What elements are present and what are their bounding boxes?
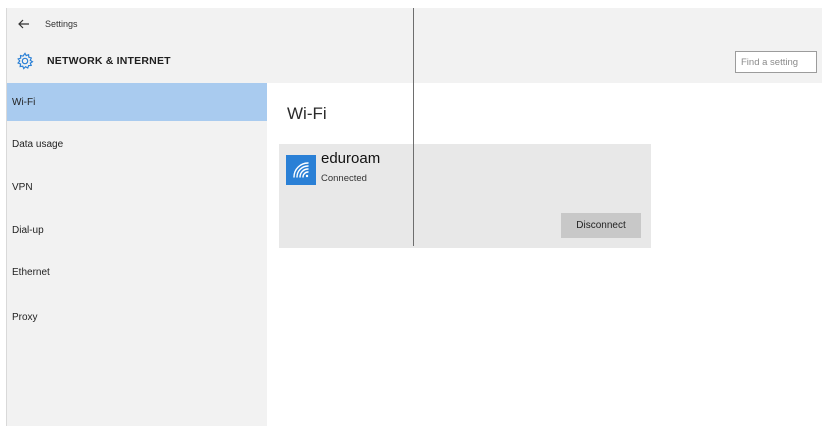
sidebar-item-vpn[interactable]: VPN	[7, 168, 267, 206]
sidebar-item-wifi[interactable]: Wi-Fi	[7, 83, 267, 121]
section-header: NETWORK & INTERNET	[15, 50, 171, 72]
gear-icon	[15, 51, 35, 71]
sidebar-item-data-usage[interactable]: Data usage	[7, 125, 267, 163]
settings-window: Settings NETWORK & INTERNET Wi-Fi Data u…	[6, 8, 822, 426]
sidebar-item-proxy[interactable]: Proxy	[7, 298, 267, 336]
section-title: NETWORK & INTERNET	[47, 55, 171, 67]
wifi-icon	[293, 162, 309, 178]
disconnect-button[interactable]: Disconnect	[561, 213, 641, 238]
sidebar-item-dial-up[interactable]: Dial-up	[7, 211, 267, 249]
search-input[interactable]	[741, 56, 816, 68]
network-tile	[286, 155, 316, 185]
back-arrow-icon	[18, 19, 29, 29]
connection-status: Connected	[321, 173, 367, 184]
page-title: Wi-Fi	[287, 104, 327, 123]
back-button[interactable]	[7, 11, 41, 37]
vertical-divider	[413, 8, 414, 246]
search-box[interactable]	[735, 51, 817, 73]
app-title: Settings	[45, 19, 78, 29]
sidebar: Wi-Fi Data usage VPN Dial-up Ethernet Pr…	[7, 83, 267, 426]
wifi-network-card[interactable]: eduroam Connected Disconnect	[279, 144, 651, 248]
sidebar-item-ethernet[interactable]: Ethernet	[7, 253, 267, 291]
back-row: Settings	[7, 8, 78, 40]
network-name: eduroam	[321, 150, 381, 167]
title-bar: Settings NETWORK & INTERNET	[7, 8, 822, 83]
